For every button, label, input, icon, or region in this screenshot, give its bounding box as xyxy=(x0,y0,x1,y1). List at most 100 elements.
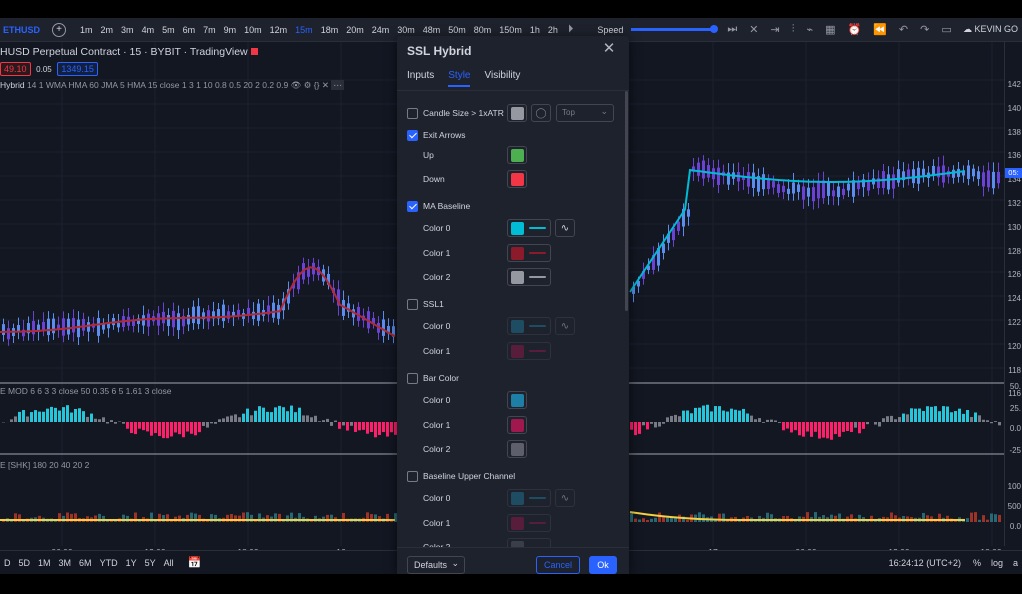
interval-1h[interactable]: 1h xyxy=(526,25,544,35)
ok-button[interactable]: Ok xyxy=(589,556,617,574)
range-all[interactable]: All xyxy=(160,558,178,568)
close-icon[interactable]: ✕ xyxy=(601,41,617,57)
jump-icon[interactable]: ⇥ xyxy=(771,23,780,36)
settings-icon[interactable]: ⚙ xyxy=(304,80,312,90)
interval-48m[interactable]: 48m xyxy=(419,25,445,35)
alert-icon[interactable]: ⏰ xyxy=(848,23,862,36)
bar-color-checkbox[interactable] xyxy=(407,372,418,384)
ssl1-color1-picker[interactable] xyxy=(507,342,551,360)
candle-location-select[interactable]: Top xyxy=(556,103,614,122)
symbol-search[interactable]: ETHUSD xyxy=(0,25,46,35)
line-style-icon[interactable]: ∿ xyxy=(555,219,575,237)
channel-color2-picker[interactable] xyxy=(507,538,551,547)
redo-icon[interactable]: ↷ xyxy=(920,23,929,36)
exit-down-color-picker[interactable] xyxy=(507,170,527,188)
ssl1-checkbox[interactable] xyxy=(407,298,418,310)
eye-icon[interactable]: 👁 xyxy=(291,80,302,90)
replay-icon[interactable]: ⏵ xyxy=(568,23,574,36)
interval-15m[interactable]: 15m xyxy=(291,25,317,35)
templates-icon[interactable]: ▦ xyxy=(825,23,835,36)
replay-active-icon[interactable]: ⏪ xyxy=(873,23,887,36)
interval-4m[interactable]: 4m xyxy=(138,25,159,35)
range-ytd[interactable]: YTD xyxy=(96,558,122,568)
style-settings-list[interactable]: Candle Size > 1xATR ◯ Top Exit Arrows Up… xyxy=(397,91,629,547)
range-5d[interactable]: 5D xyxy=(15,558,35,568)
flag-icon[interactable] xyxy=(250,48,258,55)
range-d[interactable]: D xyxy=(0,558,15,568)
cancel-button[interactable]: Cancel xyxy=(536,556,580,574)
interval-1m[interactable]: 1m xyxy=(76,25,97,35)
candle-size-color-picker[interactable] xyxy=(507,104,527,122)
tab-style[interactable]: Style xyxy=(448,70,471,87)
undo-icon[interactable]: ↶ xyxy=(899,23,908,36)
close-replay-icon[interactable]: ✕ xyxy=(749,23,758,36)
interval-24m[interactable]: 24m xyxy=(368,25,394,35)
remove-icon[interactable]: ✕ xyxy=(322,80,329,90)
baseline-color0-picker[interactable] xyxy=(507,219,551,237)
user-menu[interactable]: ☁ KEVIN GO xyxy=(963,24,1022,35)
baseline-color2-picker[interactable] xyxy=(507,268,551,286)
interval-150m[interactable]: 150m xyxy=(495,25,526,35)
interval-80m[interactable]: 80m xyxy=(470,25,496,35)
ssl1-color0-picker[interactable] xyxy=(507,317,551,335)
buy-price-chip[interactable]: 1349.15 xyxy=(57,62,98,76)
tab-visibility[interactable]: Visibility xyxy=(484,70,520,87)
interval-12m[interactable]: 12m xyxy=(266,25,292,35)
source-code-icon[interactable]: {} xyxy=(314,80,320,90)
range-1y[interactable]: 1Y xyxy=(122,558,141,568)
auto-toggle[interactable]: a xyxy=(1013,558,1022,568)
candle-shape-icon[interactable]: ◯ xyxy=(531,104,551,122)
interval-10m[interactable]: 10m xyxy=(240,25,266,35)
interval-7m[interactable]: 7m xyxy=(199,25,220,35)
candle-body xyxy=(192,306,195,324)
interval-30m[interactable]: 30m xyxy=(393,25,419,35)
bar-color1-picker[interactable] xyxy=(507,416,527,434)
interval-50m[interactable]: 50m xyxy=(444,25,470,35)
more-icon[interactable]: ⋯ xyxy=(331,80,344,90)
log-toggle[interactable]: log xyxy=(991,558,1007,568)
bar-color2-picker[interactable] xyxy=(507,440,527,458)
interval-2h[interactable]: 2h xyxy=(544,25,562,35)
range-6m[interactable]: 6M xyxy=(75,558,96,568)
interval-6m[interactable]: 6m xyxy=(179,25,200,35)
speed-slider[interactable] xyxy=(631,25,719,33)
interval-18m[interactable]: 18m xyxy=(317,25,343,35)
indicators-icon[interactable]: ⌁ xyxy=(806,23,813,36)
baseline-upper-checkbox[interactable] xyxy=(407,470,418,482)
exit-arrows-checkbox[interactable] xyxy=(407,129,418,141)
exit-up-color-picker[interactable] xyxy=(507,146,527,164)
baseline-color1-picker[interactable] xyxy=(507,244,551,262)
price-axis[interactable]: 142 140 138 136 134 132 130 128 126 124 122 120 118 1… xyxy=(1004,42,1022,546)
candle-body xyxy=(997,171,1000,184)
channel-color1-picker[interactable] xyxy=(507,514,551,532)
chart-type-icon[interactable]: ⫶ xyxy=(792,23,795,36)
channel-color0-picker[interactable] xyxy=(507,489,551,507)
range-3m[interactable]: 3M xyxy=(55,558,76,568)
tab-inputs[interactable]: Inputs xyxy=(407,70,434,87)
step-forward-icon[interactable]: ⏭ xyxy=(727,23,737,36)
candle-size-checkbox[interactable] xyxy=(407,107,418,119)
ma-baseline-checkbox[interactable] xyxy=(407,200,418,212)
bar-color0-picker[interactable] xyxy=(507,391,527,409)
channel-line-style-icon[interactable]: ∿ xyxy=(555,489,575,507)
sell-price-chip[interactable]: 49.10 xyxy=(0,62,31,76)
layout-icon[interactable]: ▭ xyxy=(941,23,951,36)
compare-add-icon[interactable]: + xyxy=(52,22,67,37)
interval-20m[interactable]: 20m xyxy=(342,25,368,35)
interval-2m[interactable]: 2m xyxy=(97,25,118,35)
indicator-name[interactable]: Hybrid xyxy=(0,80,25,90)
speed-slider-knob[interactable] xyxy=(710,25,719,33)
defaults-dropdown[interactable]: Defaults xyxy=(407,555,465,574)
range-1m[interactable]: 1M xyxy=(34,558,55,568)
dialog-scrollbar[interactable] xyxy=(625,91,628,311)
interval-9m[interactable]: 9m xyxy=(220,25,241,35)
range-5y[interactable]: 5Y xyxy=(141,558,160,568)
calendar-icon[interactable]: 📅 xyxy=(188,556,202,569)
volume-bar xyxy=(658,512,661,522)
clock[interactable]: 16:24:12 (UTC+2) xyxy=(889,558,961,568)
percent-toggle[interactable]: % xyxy=(973,558,985,568)
histogram-bar xyxy=(94,418,97,422)
interval-3m[interactable]: 3m xyxy=(117,25,138,35)
interval-5m[interactable]: 5m xyxy=(158,25,179,35)
ssl1-line-style-icon[interactable]: ∿ xyxy=(555,317,575,335)
